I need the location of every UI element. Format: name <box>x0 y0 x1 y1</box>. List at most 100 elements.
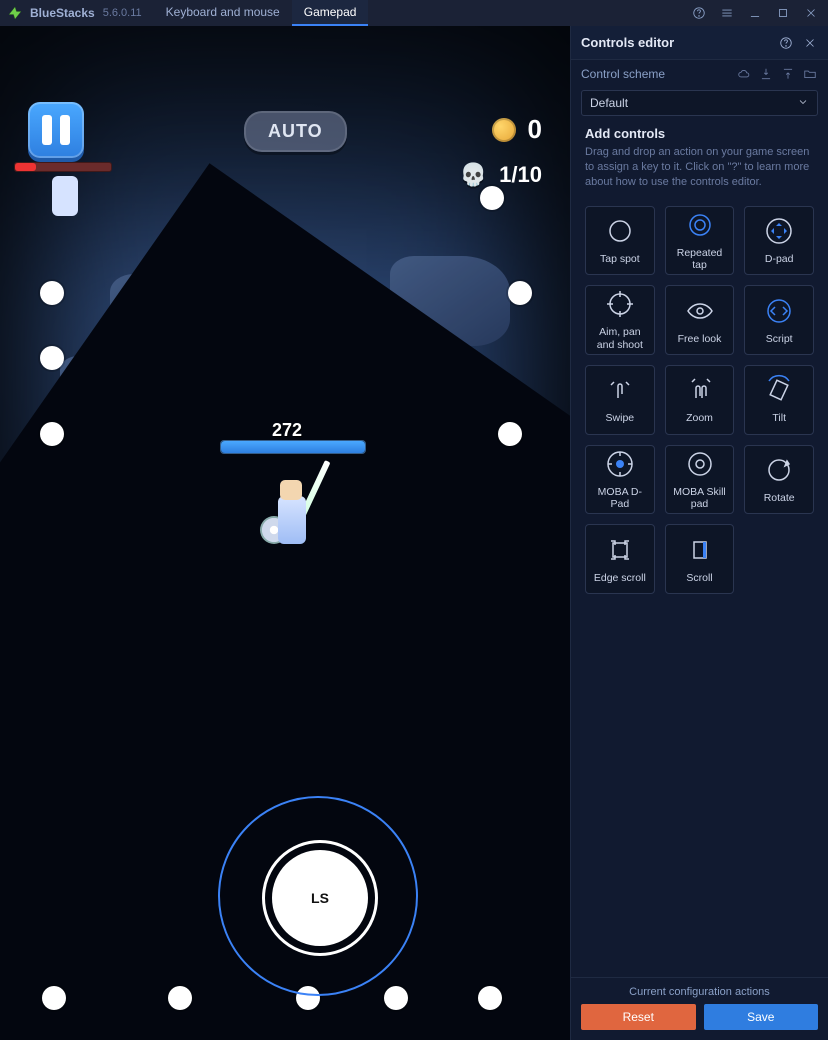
tile-label: Rotate <box>760 492 799 505</box>
panel-title: Controls editor <box>581 35 674 50</box>
save-button[interactable]: Save <box>704 1004 819 1030</box>
control-marker[interactable] <box>40 281 64 305</box>
tile-label: Tilt <box>768 412 790 425</box>
script-icon <box>763 295 795 327</box>
control-marker[interactable] <box>168 986 192 1010</box>
tile-label: MOBA Skill pad <box>666 486 734 511</box>
tile-zoom[interactable]: Zoom <box>665 365 735 435</box>
panel-header: Controls editor <box>571 26 828 60</box>
panel-footer: Current configuration actions Reset Save <box>571 977 828 1040</box>
cloud-sync-icon[interactable] <box>736 66 752 82</box>
panel-help-icon[interactable] <box>778 35 794 51</box>
tile-scroll[interactable]: Scroll <box>665 524 735 594</box>
moba-dpad-icon <box>604 448 636 480</box>
panel-close-icon[interactable] <box>802 35 818 51</box>
tile-tap-spot[interactable]: Tap spot <box>585 206 655 276</box>
tile-label: MOBA D-Pad <box>586 486 654 511</box>
control-marker[interactable] <box>40 422 64 446</box>
control-marker[interactable] <box>508 281 532 305</box>
pause-icon <box>60 115 70 145</box>
help-icon[interactable] <box>688 2 710 24</box>
dpad-icon <box>763 215 795 247</box>
game-viewport[interactable]: AUTO 0 💀 1/10 272 <box>0 26 570 1040</box>
tile-label: Free look <box>674 333 726 346</box>
add-controls-hint: Drag and drop an action on your game scr… <box>585 145 814 190</box>
hamburger-menu-icon[interactable] <box>716 2 738 24</box>
player-sprite <box>258 466 328 566</box>
coin-icon <box>492 118 516 142</box>
joystick-knob[interactable]: LS <box>272 850 368 946</box>
tile-moba-skill[interactable]: MOBA Skill pad <box>665 445 735 515</box>
scheme-select[interactable]: Default <box>581 90 818 116</box>
app-window: BlueStacks 5.6.0.11 Keyboard and mouse G… <box>0 0 828 1040</box>
main-body: AUTO 0 💀 1/10 272 <box>0 26 828 1040</box>
tilt-icon <box>763 374 795 406</box>
moba-skill-icon <box>684 448 716 480</box>
export-icon[interactable] <box>780 66 796 82</box>
tap-spot-icon <box>604 215 636 247</box>
titlebar: BlueStacks 5.6.0.11 Keyboard and mouse G… <box>0 0 828 26</box>
tile-label: D-pad <box>761 253 798 266</box>
tile-edge-scroll[interactable]: Edge scroll <box>585 524 655 594</box>
controls-editor-panel: Controls editor Control scheme Default <box>570 26 828 1040</box>
pause-icon <box>42 115 52 145</box>
minimize-icon[interactable] <box>744 2 766 24</box>
auto-button[interactable]: AUTO <box>244 111 347 152</box>
tile-dpad[interactable]: D-pad <box>744 206 814 276</box>
tile-label: Swipe <box>602 412 639 425</box>
app-brand: BlueStacks <box>30 6 95 20</box>
enemy-hp-bar <box>14 162 112 172</box>
tile-rotate[interactable]: Rotate <box>744 445 814 515</box>
chevron-down-icon <box>797 96 809 111</box>
player-hp-bar <box>220 440 366 454</box>
control-marker[interactable] <box>498 422 522 446</box>
input-mode-tabs: Keyboard and mouse Gamepad <box>154 0 369 26</box>
skull-icon: 💀 <box>460 162 487 188</box>
scheme-label: Control scheme <box>581 67 665 81</box>
tile-swipe[interactable]: Swipe <box>585 365 655 435</box>
coin-value: 0 <box>528 114 542 145</box>
control-marker[interactable] <box>40 346 64 370</box>
tab-gamepad[interactable]: Gamepad <box>292 0 369 26</box>
player-hp-label: 272 <box>272 420 302 441</box>
edge-scroll-icon <box>604 534 636 566</box>
tile-label: Repeated tap <box>666 247 734 272</box>
control-marker[interactable] <box>384 986 408 1010</box>
joystick-label: LS <box>311 890 329 906</box>
tile-label: Edge scroll <box>590 572 650 585</box>
control-marker[interactable] <box>480 186 504 210</box>
repeated-tap-icon <box>684 209 716 241</box>
add-controls-section: Add controls Drag and drop an action on … <box>571 126 828 196</box>
zoom-icon <box>684 374 716 406</box>
import-icon[interactable] <box>758 66 774 82</box>
enemy-count-value: 1/10 <box>499 162 542 188</box>
pause-button[interactable] <box>28 102 84 158</box>
close-window-icon[interactable] <box>800 2 822 24</box>
joystick-control[interactable]: LS <box>218 796 418 996</box>
tile-script[interactable]: Script <box>744 285 814 355</box>
window-controls <box>688 0 822 26</box>
rotate-icon <box>763 454 795 486</box>
tile-aim-pan-shoot[interactable]: Aim, pan and shoot <box>585 285 655 355</box>
tile-repeated-tap[interactable]: Repeated tap <box>665 206 735 276</box>
tile-label: Scroll <box>682 572 716 585</box>
tile-free-look[interactable]: Free look <box>665 285 735 355</box>
maximize-icon[interactable] <box>772 2 794 24</box>
scheme-selected-value: Default <box>590 96 628 110</box>
reset-button[interactable]: Reset <box>581 1004 696 1030</box>
footer-caption: Current configuration actions <box>581 986 818 998</box>
scroll-icon <box>684 534 716 566</box>
tile-tilt[interactable]: Tilt <box>744 365 814 435</box>
tab-keyboard-mouse[interactable]: Keyboard and mouse <box>154 0 292 26</box>
aim-icon <box>604 288 636 320</box>
scheme-row: Control scheme <box>571 60 828 86</box>
control-marker[interactable] <box>478 986 502 1010</box>
tile-label: Tap spot <box>596 253 644 266</box>
swipe-icon <box>604 374 636 406</box>
folder-icon[interactable] <box>802 66 818 82</box>
tile-moba-dpad[interactable]: MOBA D-Pad <box>585 445 655 515</box>
tile-label: Zoom <box>682 412 717 425</box>
add-controls-heading: Add controls <box>585 126 814 141</box>
bluestacks-logo-icon <box>6 4 24 22</box>
control-marker[interactable] <box>42 986 66 1010</box>
